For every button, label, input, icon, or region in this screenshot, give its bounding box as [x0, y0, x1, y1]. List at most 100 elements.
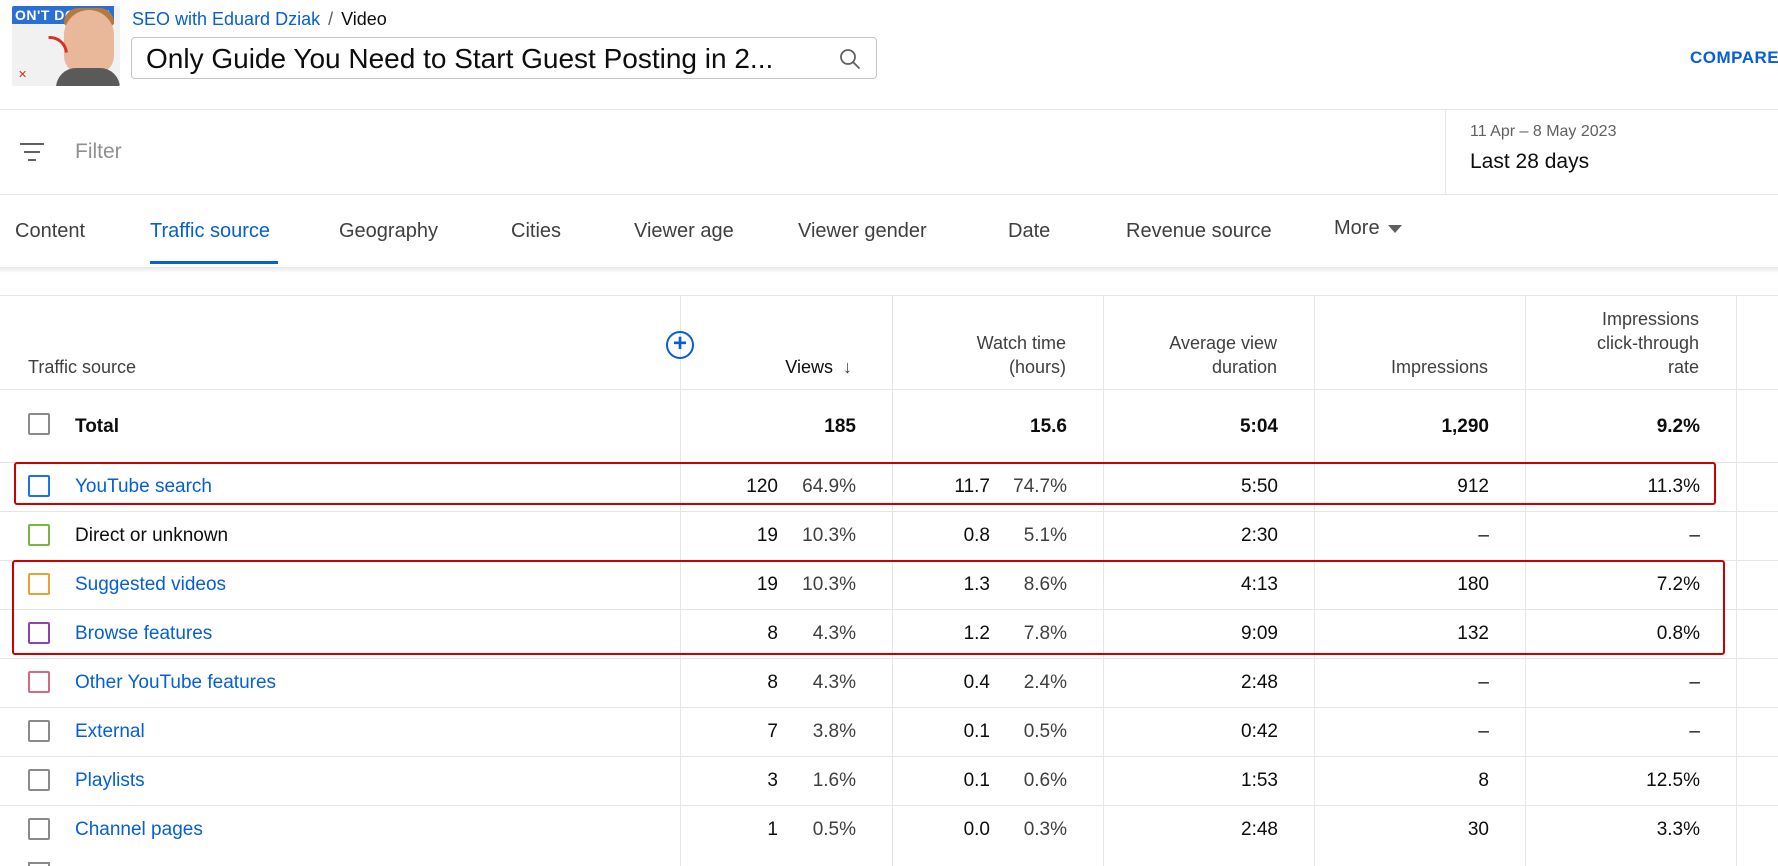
header-impressions[interactable]: Impressions — [1320, 355, 1488, 379]
row-checkbox[interactable] — [28, 818, 50, 840]
add-metric-button[interactable]: + — [666, 331, 694, 359]
row-checkbox[interactable] — [28, 475, 50, 497]
cell-ctr: 3.3% — [1656, 819, 1700, 840]
cell-ctr: 11.3% — [1647, 476, 1700, 497]
row-checkbox[interactable] — [28, 524, 50, 546]
cell-watch-time: 1.2 — [963, 623, 990, 644]
filter-input[interactable]: Filter — [75, 140, 122, 164]
cell-watch-time: 11.7 — [954, 476, 990, 497]
row-source-label[interactable]: Browse features — [75, 623, 212, 645]
cell-views: 1 — [767, 819, 778, 840]
table-row-other-youtube-features[interactable]: Other YouTube features 8 4.3% 0.4 2.4% 2:48 – – — [0, 658, 1778, 708]
row-source-label: Direct or unknown — [75, 525, 229, 546]
breadcrumb: SEO with Eduard Dziak / Video — [132, 8, 387, 30]
row-checkbox[interactable] — [28, 573, 50, 595]
header-ctr-line1: Impressions — [1601, 309, 1699, 329]
cell-impressions: 1,290 — [1441, 416, 1489, 437]
cell-watch-time: 0.0 — [963, 819, 990, 840]
cell-average-view-duration: 5:50 — [1241, 476, 1278, 497]
cell-watch-time: 0.4 — [963, 672, 990, 693]
cell-views-percent: 4.3% — [812, 672, 856, 693]
row-checkbox[interactable] — [28, 622, 50, 644]
row-checkbox[interactable] — [28, 671, 50, 693]
cell-ctr: 0.8% — [1656, 623, 1700, 644]
cell-ctr: – — [1689, 525, 1700, 546]
table-row-youtube-search[interactable]: YouTube search 120 64.9% 11.7 74.7% 5:50 912 11… — [0, 462, 1778, 512]
header-average-view-duration[interactable]: Average view duration — [1110, 331, 1277, 379]
table-row-suggested-videos[interactable]: Suggested videos 19 10.3% 1.3 8.6% 4:13 180 7.2… — [0, 560, 1778, 610]
row-source-label[interactable]: Other YouTube features — [75, 672, 276, 694]
tab-geography[interactable]: Geography — [339, 220, 438, 243]
row-checkbox[interactable] — [28, 413, 50, 435]
cell-watch-time-percent: 5.1% — [1023, 525, 1067, 546]
cell-views: 19 — [756, 525, 778, 546]
compare-button[interactable]: COMPARE — [1690, 48, 1778, 68]
cell-watch-time: 0.1 — [963, 721, 990, 742]
cell-impressions: – — [1478, 525, 1489, 546]
tab-content[interactable]: Content — [15, 220, 85, 243]
cell-impressions: 912 — [1457, 476, 1489, 497]
active-tab-indicator — [150, 261, 278, 264]
breadcrumb-current-page: Video — [341, 9, 387, 29]
cell-views-percent: 1.6% — [812, 770, 856, 791]
cell-ctr: 7.2% — [1656, 574, 1700, 595]
tab-more[interactable]: More — [1334, 217, 1402, 240]
cell-views-percent: 4.3% — [812, 623, 856, 644]
header-watch-time-line1: Watch time — [976, 333, 1066, 353]
date-range-text: 11 Apr – 8 May 2023 — [1470, 123, 1617, 140]
row-source-label[interactable]: Channel pages — [75, 819, 203, 841]
row-source-label[interactable]: YouTube search — [75, 476, 212, 498]
video-title: Only Guide You Need to Start Guest Posti… — [146, 44, 774, 74]
tab-cities[interactable]: Cities — [511, 220, 561, 243]
cell-views: 3 — [767, 770, 778, 791]
tab-date[interactable]: Date — [1008, 220, 1050, 243]
tab-traffic-source[interactable]: Traffic source — [150, 220, 270, 243]
header-ctr-line3: rate — [1667, 357, 1699, 377]
cell-views: 120 — [746, 476, 778, 497]
tab-viewer-gender[interactable]: Viewer gender — [798, 220, 927, 243]
table-row-total: Total 185 15.6 5:04 1,290 9.2% — [0, 389, 1778, 462]
tab-viewer-age[interactable]: Viewer age — [634, 220, 734, 243]
breadcrumb-channel-link[interactable]: SEO with Eduard Dziak — [132, 9, 320, 29]
header-traffic-source[interactable]: Traffic source — [28, 355, 136, 379]
table-row-playlists[interactable]: Playlists 3 1.6% 0.1 0.6% 1:53 8 12.5% — [0, 756, 1778, 806]
table-row-external[interactable]: External 7 3.8% 0.1 0.5% 0:42 – – — [0, 707, 1778, 757]
cell-views: 7 — [767, 721, 778, 742]
date-range-label: Last 28 days — [1470, 150, 1590, 173]
video-thumbnail[interactable]: ON'T DO HIS! ✕ — [12, 6, 120, 86]
row-checkbox[interactable] — [28, 769, 50, 791]
row-checkbox[interactable] — [28, 720, 50, 742]
cell-views: 185 — [824, 416, 856, 437]
row-source-label[interactable]: Suggested videos — [75, 574, 226, 596]
cell-views-percent: 0.5% — [812, 819, 856, 840]
date-range-picker[interactable]: 11 Apr – 8 May 2023 Last 28 days — [1445, 110, 1778, 194]
row-source-label[interactable]: External — [75, 721, 145, 743]
video-selector[interactable]: Only Guide You Need to Start Guest Posti… — [131, 37, 877, 79]
header-views-label: Views — [785, 357, 833, 377]
row-source-label[interactable]: Playlists — [75, 770, 145, 792]
header-watch-time[interactable]: Watch time (hours) — [900, 331, 1066, 379]
search-icon[interactable] — [838, 47, 862, 71]
cell-watch-time-percent: 7.8% — [1023, 623, 1067, 644]
tabs-shadow — [0, 267, 1778, 273]
cell-impressions: – — [1478, 672, 1489, 693]
header-impressions-ctr[interactable]: Impressions click-through rate — [1530, 307, 1699, 379]
table-row-direct-or-unknown[interactable]: Direct or unknown 19 10.3% 0.8 5.1% 2:30 – – — [0, 511, 1778, 561]
header-views[interactable]: Views ↓ — [740, 355, 852, 379]
cell-views-percent: 3.8% — [812, 721, 856, 742]
filter-icon[interactable] — [18, 140, 46, 164]
tab-revenue-source[interactable]: Revenue source — [1126, 220, 1272, 243]
cell-average-view-duration: 1:53 — [1241, 770, 1278, 791]
table-row-browse-features[interactable]: Browse features 8 4.3% 1.2 7.8% 9:09 132 0.8% — [0, 609, 1778, 659]
table-top-border — [0, 295, 1778, 296]
header-avd-line2: duration — [1211, 357, 1277, 377]
cell-ctr: – — [1689, 672, 1700, 693]
cell-watch-time-percent: 8.6% — [1023, 574, 1067, 595]
cell-average-view-duration: 9:09 — [1241, 623, 1278, 644]
table-row-channel-pages[interactable]: Channel pages 1 0.5% 0.0 0.3% 2:48 30 3.3% — [0, 805, 1778, 855]
cell-average-view-duration: 2:48 — [1241, 672, 1278, 693]
cell-average-view-duration: 2:48 — [1241, 819, 1278, 840]
cell-watch-time: 15.6 — [1030, 416, 1067, 437]
thumbnail-shirt — [56, 68, 120, 86]
cell-watch-time: 0.8 — [963, 525, 990, 546]
